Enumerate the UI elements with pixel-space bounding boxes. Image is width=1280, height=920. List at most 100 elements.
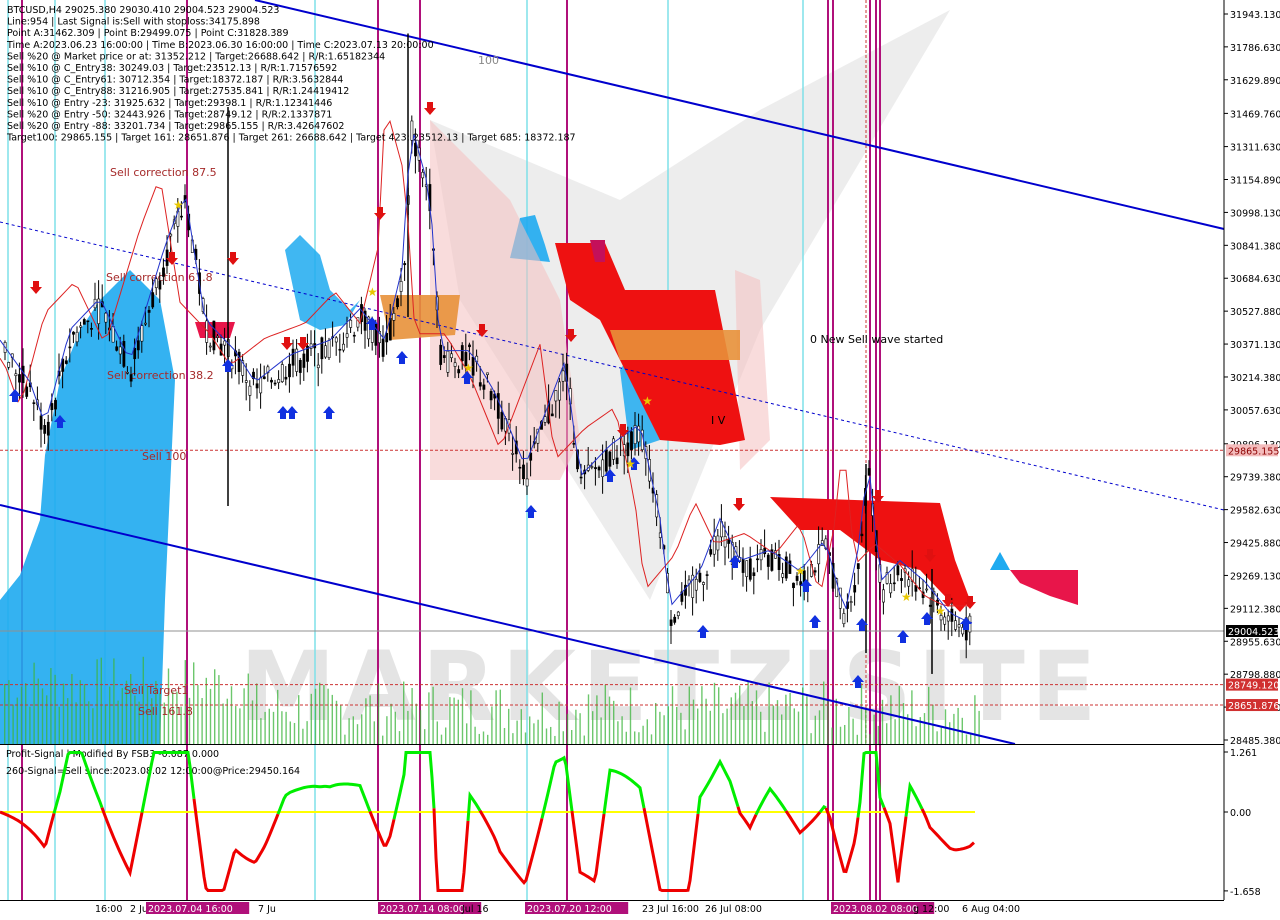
candle-body xyxy=(925,588,929,591)
volume-bar xyxy=(503,727,506,744)
volume-bar xyxy=(600,717,602,744)
volume-bar xyxy=(235,706,237,744)
candle-body xyxy=(165,249,169,266)
volume-bar xyxy=(684,729,686,744)
price-tick-label: 31311.630 xyxy=(1230,143,1280,154)
price-tick-label: 29112.380 xyxy=(1230,604,1280,615)
volume-bar xyxy=(319,682,321,744)
candle-body xyxy=(288,363,291,378)
candle-body xyxy=(907,579,911,587)
volume-bar xyxy=(529,716,531,744)
price-tick-label: 30684.630 xyxy=(1230,274,1280,285)
info-line: BTCUSD,H4 29025.380 29030.410 29004.523 … xyxy=(7,5,279,16)
candle-body xyxy=(550,413,554,417)
candle-body xyxy=(630,431,633,450)
volume-bar xyxy=(394,711,396,744)
time-tick-label: 26 Jul 08:00 xyxy=(705,904,762,915)
candle-body xyxy=(572,443,576,445)
candle-body xyxy=(543,416,547,423)
volume-bar xyxy=(272,711,275,744)
volume-bar xyxy=(650,734,653,744)
candle-body xyxy=(748,558,752,580)
candle-body xyxy=(478,382,482,387)
candle-body xyxy=(396,298,399,308)
volume-bar xyxy=(470,690,472,744)
time-tick-label: 2023.08.02 08:00 xyxy=(833,904,918,915)
candle-body xyxy=(421,171,425,179)
oscillator-down-line xyxy=(478,809,544,886)
candle-body xyxy=(766,554,770,567)
info-line: Sell %20 @ Market price or at: 31352.212… xyxy=(7,51,385,62)
volume-bar xyxy=(92,708,94,744)
volume-bar xyxy=(247,673,249,744)
volume-bar xyxy=(818,710,821,744)
candle-body xyxy=(745,560,749,577)
oscillator-up-line xyxy=(392,751,436,820)
volume-bar xyxy=(797,711,800,744)
candle-body xyxy=(223,340,227,346)
candle-body xyxy=(723,536,727,548)
candle-body xyxy=(381,338,385,357)
candle-body xyxy=(950,608,954,622)
price-tick-label: 31469.760 xyxy=(1230,109,1280,120)
candle-body xyxy=(752,572,756,576)
candle-body xyxy=(352,334,356,337)
info-line: Sell %10 @ C_Entry61: 30712.354 | Target… xyxy=(7,75,343,86)
info-line: Time A:2023.06.23 16:00:00 | Time B:2023… xyxy=(6,40,434,51)
volume-bar xyxy=(806,696,808,744)
candle-body xyxy=(954,620,957,630)
volume-bar xyxy=(314,688,317,744)
volume-bar xyxy=(789,692,791,744)
annotation-label: 0 New Sell wave started xyxy=(810,333,943,346)
volume-bar xyxy=(898,686,900,744)
candle-body xyxy=(32,402,36,404)
candle-body xyxy=(86,320,90,323)
volume-bar xyxy=(697,708,699,744)
time-tick-label: g 12:00 xyxy=(913,904,949,915)
orange-cloud xyxy=(610,330,740,360)
volume-bar xyxy=(844,724,846,744)
annotation-label: I V xyxy=(711,414,726,427)
volume-bar xyxy=(88,701,90,744)
volume-bar xyxy=(831,727,833,744)
price-tick-label: 29425.880 xyxy=(1230,539,1280,550)
candle-body xyxy=(439,344,443,365)
level-label: Sell correction 87.5 xyxy=(110,166,217,179)
candle-body xyxy=(259,377,263,394)
volume-bar xyxy=(193,662,195,744)
oscillator-down-line xyxy=(824,807,860,874)
candle-body xyxy=(180,215,183,218)
volume-bar xyxy=(335,700,338,744)
volume-bar xyxy=(886,723,888,744)
volume-bar xyxy=(293,722,296,744)
candle-body xyxy=(277,379,281,383)
volume-bar xyxy=(386,716,388,744)
price-tick-label: 30998.130 xyxy=(1230,208,1280,219)
candle-body xyxy=(158,280,162,290)
candle-body xyxy=(518,466,522,469)
candle-body xyxy=(759,549,763,561)
price-tick-label: 29269.130 xyxy=(1230,571,1280,582)
candle-body xyxy=(489,391,493,401)
volume-bar xyxy=(810,733,812,744)
volume-bar xyxy=(688,686,690,744)
candle-body xyxy=(658,532,662,538)
candle-body xyxy=(968,615,972,633)
candle-body xyxy=(72,331,75,335)
volume-bar xyxy=(646,719,648,744)
volume-bar xyxy=(751,701,753,744)
oscillator-down-line xyxy=(368,810,396,847)
volume-bar xyxy=(491,706,493,744)
volume-bar xyxy=(75,702,77,744)
candle-body xyxy=(842,613,846,625)
volume-bar xyxy=(743,706,745,744)
volume-bar xyxy=(445,727,447,744)
oscillator-up-line xyxy=(466,790,482,822)
candle-body xyxy=(601,459,605,477)
candle-body xyxy=(316,364,320,369)
volume-bar xyxy=(776,700,779,744)
candle-body xyxy=(244,380,248,383)
candle-body xyxy=(928,604,932,607)
volume-bar xyxy=(823,681,825,744)
price-tick-label: 28485.380 xyxy=(1230,736,1280,747)
